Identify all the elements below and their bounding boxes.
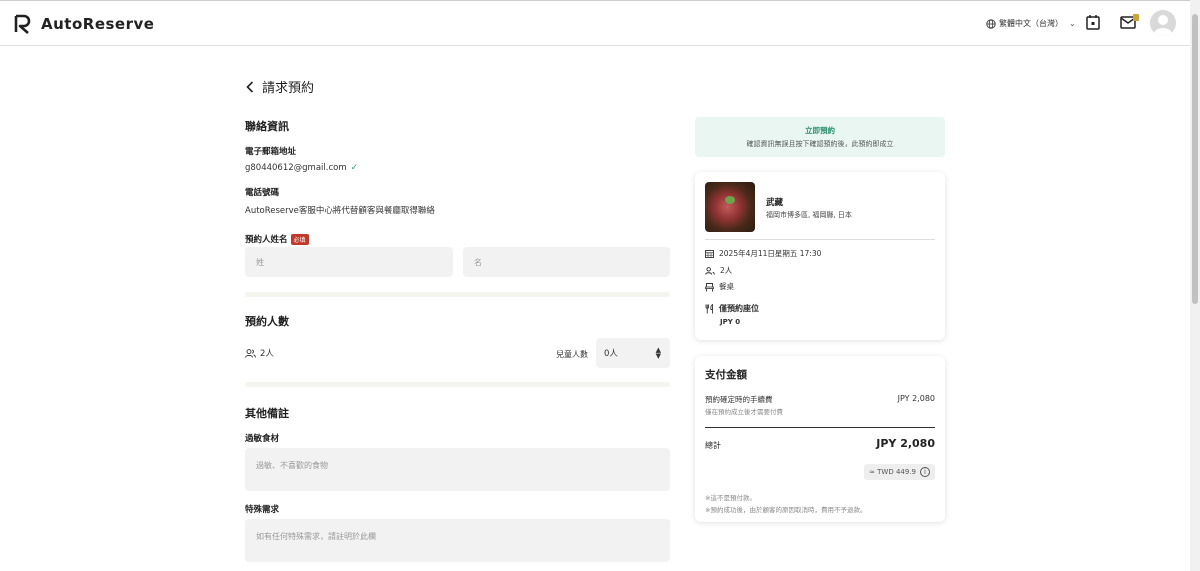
payment-title: 支付金額 — [705, 369, 747, 381]
seat-type: 餐桌 — [719, 282, 734, 291]
top-header: AutoReserve 繁體中文（台灣） ⌄ — [0, 0, 1190, 46]
fee-label: 預約確定時的手續費 — [705, 395, 773, 404]
globe-icon — [986, 18, 996, 29]
scrollbar-thumb[interactable] — [1192, 14, 1198, 304]
restaurant-photo — [705, 182, 755, 232]
calendar-icon — [705, 250, 714, 258]
logo[interactable]: AutoReserve — [14, 14, 154, 34]
fee-subtext: 僅在預約成立後才需要付費 — [705, 408, 783, 416]
total-label: 總計 — [705, 441, 721, 450]
divider — [705, 427, 935, 428]
seat-price: JPY 0 — [720, 318, 741, 326]
page-title: 請求預約 — [262, 81, 315, 96]
back-button[interactable]: 請求預約 — [246, 77, 314, 96]
kids-label: 兒童人數 — [556, 350, 588, 359]
avatar[interactable] — [1150, 10, 1176, 36]
instant-desc: 確認資訊無誤且按下確認預約後，此預約即成立 — [746, 140, 894, 148]
instant-title: 立即預約 — [805, 126, 835, 135]
user-icon — [1154, 15, 1172, 36]
booking-datetime: 2025年4月11日星期五 17:30 — [719, 249, 822, 258]
special-request-textarea[interactable]: 如有任何特殊需求，請註明於此欄 — [245, 519, 670, 562]
twd-value: ≈ TWD 449.9 — [869, 468, 916, 476]
seat-type-row: 餐桌 — [705, 281, 734, 292]
name-label: 預約人姓名 — [245, 235, 288, 245]
divider — [705, 239, 935, 240]
party-section-title: 預約人數 — [245, 315, 289, 328]
allergy-textarea[interactable]: 過敏、不喜歡的食物 — [245, 448, 670, 491]
scrollbar[interactable] — [1190, 0, 1200, 571]
info-icon[interactable]: i — [920, 467, 930, 477]
seat-only-title: 僅預約座位 — [719, 304, 759, 313]
people-row: 2人 — [705, 265, 732, 276]
allergy-label: 過敏食材 — [245, 434, 280, 444]
email-label: 電子郵箱地址 — [245, 147, 297, 157]
instant-booking-banner: 立即預約 確認資訊無誤且按下確認預約後，此預約即成立 — [695, 117, 945, 157]
mail-badge — [1133, 14, 1139, 21]
people-icon — [245, 348, 256, 358]
restaurant-name: 武藏 — [766, 198, 784, 208]
last-name-input[interactable]: 姓 — [245, 247, 453, 277]
people-value: 2人 — [260, 349, 274, 359]
name-label-row: 預約人姓名 必填 — [245, 233, 309, 245]
datetime-row: 2025年4月11日星期五 17:30 — [705, 248, 821, 259]
people-count[interactable]: 2人 — [245, 347, 274, 359]
email-row: g80440612@gmail.com ✓ — [245, 163, 358, 173]
twd-conversion[interactable]: ≈ TWD 449.9 i — [864, 464, 935, 480]
language-label: 繁體中文（台灣） — [999, 19, 1063, 28]
fork-knife-icon — [705, 303, 713, 313]
chevron-down-icon: ⌄ — [1069, 19, 1076, 28]
app-name: AutoReserve — [41, 15, 155, 33]
payment-note-2: ※預約成功後，由於顧客的原因取消時，費用不予退款。 — [705, 506, 867, 514]
table-seat-icon — [705, 282, 714, 291]
kids-value: 0人 — [604, 349, 618, 359]
booking-people: 2人 — [720, 266, 733, 275]
phone-value: AutoReserve客服中心將代替顧客與餐廳取得聯絡 — [245, 206, 435, 216]
calendar-icon[interactable] — [1086, 14, 1100, 30]
fee-value: JPY 2,080 — [897, 394, 935, 403]
phone-label: 電話號碼 — [245, 188, 280, 198]
first-name-input[interactable]: 名 — [463, 247, 670, 277]
spinner-arrows-icon[interactable]: ▲ ▼ — [656, 347, 661, 360]
seat-only-row: 僅預約座位 — [705, 303, 759, 314]
payment-note-1: ※這不是預付款。 — [705, 494, 756, 502]
logo-mark-icon — [14, 14, 31, 34]
restaurant-location: 福岡市博多區, 福岡縣, 日本 — [766, 211, 852, 219]
language-selector[interactable]: 繁體中文（台灣） ⌄ — [986, 18, 1076, 29]
section-divider — [245, 292, 670, 297]
total-value: JPY 2,080 — [876, 437, 935, 450]
contact-section-title: 聯絡資訊 — [245, 120, 289, 133]
section-divider — [245, 382, 670, 387]
required-badge: 必填 — [290, 234, 309, 245]
notes-section-title: 其他備註 — [245, 407, 289, 420]
email-value: g80440612@gmail.com — [245, 163, 347, 173]
special-label: 特殊需求 — [245, 505, 280, 515]
restaurant-card: 武藏 福岡市博多區, 福岡縣, 日本 2025年4月11日星期五 17:30 2… — [695, 172, 945, 340]
verified-check-icon: ✓ — [350, 163, 359, 173]
kids-stepper[interactable]: 0人 ▲ ▼ — [596, 338, 670, 368]
payment-card: 支付金額 預約確定時的手續費 僅在預約成立後才需要付費 JPY 2,080 總計… — [695, 356, 945, 522]
people-icon — [705, 266, 715, 275]
chevron-left-icon — [246, 80, 254, 93]
